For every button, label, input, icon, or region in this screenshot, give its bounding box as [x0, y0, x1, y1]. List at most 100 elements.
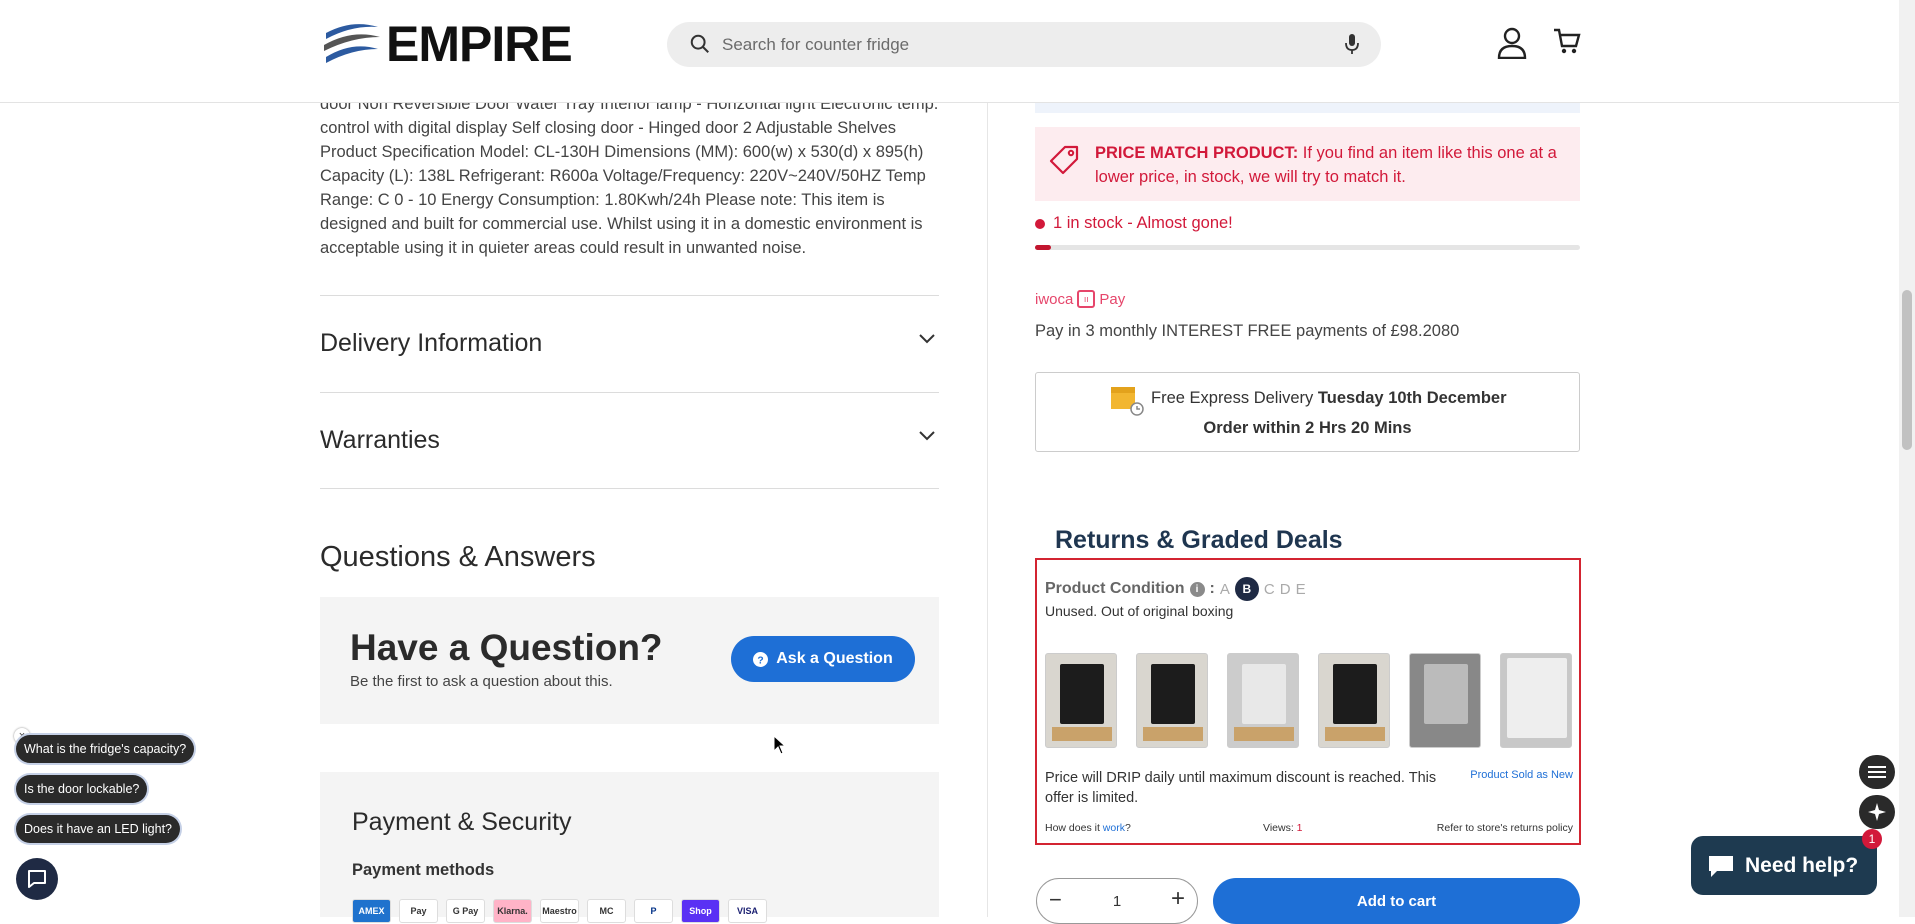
returns-title: Returns & Graded Deals	[1055, 526, 1343, 554]
need-help-label: Need help?	[1745, 853, 1859, 877]
condition-thumbnails	[1045, 653, 1572, 748]
list-icon	[1868, 766, 1886, 778]
increase-quantity-button[interactable]: +	[1171, 885, 1185, 913]
product-thumbnail[interactable]	[1227, 653, 1299, 748]
returns-policy-note: Refer to store's returns policy	[1436, 822, 1573, 834]
product-thumbnail[interactable]	[1045, 653, 1117, 748]
condition-text: Unused. Out of original boxing	[1045, 603, 1234, 619]
product-description: door Non Reversible Door Water Tray Inte…	[320, 95, 939, 257]
chat-launcher-button[interactable]	[16, 858, 58, 900]
payment-security-box: Payment & Security Payment methods AMEX …	[320, 772, 939, 923]
paypal-icon: P	[634, 899, 673, 923]
empire-logo[interactable]: EMPIRE	[322, 16, 573, 72]
chat-suggestion[interactable]: Is the door lockable?	[16, 775, 148, 803]
add-to-cart-button[interactable]: Add to cart	[1213, 878, 1580, 924]
how-work-link[interactable]: work	[1103, 822, 1125, 834]
iwoca-brand: iwoca	[1035, 290, 1074, 308]
payment-icons: AMEX Pay G Pay Klarna. Maestro MC P Shop…	[352, 899, 767, 923]
logo-text: EMPIRE	[386, 16, 573, 72]
grade-e[interactable]: E	[1296, 581, 1306, 598]
chevron-down-icon[interactable]	[919, 334, 935, 344]
cart-icon[interactable]	[1553, 27, 1581, 55]
sold-as-new-link[interactable]: Product Sold as New	[1470, 769, 1573, 781]
condition-label: Product Condition	[1045, 580, 1185, 597]
grade-c[interactable]: C	[1264, 581, 1275, 598]
payment-title: Payment & Security	[352, 808, 572, 836]
views-count: Views: 1	[1263, 822, 1303, 834]
qa-box: Have a Question? Be the first to ask a q…	[320, 597, 939, 724]
grade-b-selected[interactable]: B	[1234, 577, 1259, 601]
product-thumbnail[interactable]	[1136, 653, 1208, 748]
stock-text: 1 in stock - Almost gone!	[1053, 214, 1233, 232]
price-tag-icon	[1049, 145, 1079, 175]
accordion-delivery-information[interactable]: Delivery Information	[320, 295, 939, 392]
shop-pay-icon: Shop	[681, 899, 720, 923]
mastercard-icon: MC	[587, 899, 626, 923]
ai-assistant-button[interactable]	[1859, 795, 1895, 829]
how-suffix: ?	[1124, 822, 1131, 834]
account-icon[interactable]	[1497, 27, 1527, 59]
search-bar[interactable]	[667, 22, 1381, 67]
sparkle-icon	[1868, 803, 1886, 821]
price-match-banner: PRICE MATCH PRODUCT: If you find an item…	[1035, 127, 1580, 201]
search-icon[interactable]	[689, 33, 711, 55]
delivery-free-express: Free Express Delivery	[1151, 389, 1318, 407]
views-value: 1	[1296, 822, 1303, 834]
amex-icon: AMEX	[352, 899, 391, 923]
ask-question-label: Ask a Question	[776, 650, 893, 667]
chat-suggestion[interactable]: Does it have an LED light?	[16, 815, 181, 843]
product-thumbnail[interactable]	[1409, 653, 1481, 748]
accordion-title: Warranties	[320, 426, 440, 454]
maestro-icon: Maestro	[540, 899, 579, 923]
info-strip	[1035, 103, 1580, 113]
page-scrollbar[interactable]	[1899, 0, 1915, 917]
product-thumbnail[interactable]	[1500, 653, 1572, 748]
price-match-text: PRICE MATCH PRODUCT: If you find an item…	[1095, 141, 1565, 189]
delivery-info-box: Free Express Delivery Tuesday 10th Decem…	[1035, 372, 1580, 452]
info-icon[interactable]: i	[1189, 581, 1205, 597]
google-pay-icon: G Pay	[446, 899, 485, 923]
accordion-divider	[320, 488, 939, 489]
product-thumbnail[interactable]	[1318, 653, 1390, 748]
product-condition: Product Condition i: A B C D E	[1045, 577, 1306, 601]
menu-list-button[interactable]	[1859, 755, 1895, 789]
views-label: Views:	[1263, 822, 1297, 834]
accordion-warranties[interactable]: Warranties	[320, 392, 939, 489]
how-prefix: How does it	[1045, 822, 1103, 834]
payment-methods-label: Payment methods	[352, 861, 495, 879]
delivery-line-1: Free Express Delivery Tuesday 10th Decem…	[1151, 389, 1507, 408]
chevron-down-icon[interactable]	[919, 431, 935, 441]
svg-text:?: ?	[758, 655, 764, 666]
how-does-it-work: How does it work?	[1045, 822, 1131, 834]
visa-icon: VISA	[728, 899, 767, 923]
column-divider	[987, 103, 988, 917]
delivery-box-icon	[1111, 387, 1144, 416]
chat-bubble-icon	[1709, 855, 1733, 877]
qa-heading: Have a Question?	[350, 627, 663, 668]
mouse-cursor-icon	[773, 735, 787, 755]
klarna-icon: Klarna.	[493, 899, 532, 923]
iwoca-pay: Pay	[1099, 290, 1126, 308]
quantity-stepper[interactable]: − 1 +	[1036, 878, 1198, 924]
installments-text: Pay in 3 monthly INTEREST FREE payments …	[1035, 322, 1460, 340]
stock-level-bar	[1035, 245, 1580, 250]
scrollbar-thumb[interactable]	[1902, 290, 1912, 450]
stock-level-fill	[1035, 245, 1052, 250]
microphone-icon[interactable]	[1343, 33, 1361, 55]
iwoca-pay-logo: iwoca ıı Pay	[1035, 290, 1125, 308]
stock-status: 1 in stock - Almost gone!	[1035, 214, 1233, 233]
graded-deals-box: Product Condition i: A B C D E Unused. O…	[1035, 558, 1581, 845]
drip-offer-text: Price will DRIP daily until maximum disc…	[1045, 770, 1437, 806]
accordion-title: Delivery Information	[320, 329, 543, 357]
chat-icon	[28, 870, 46, 888]
price-match-bold: PRICE MATCH PRODUCT:	[1095, 144, 1299, 162]
ask-question-button[interactable]: ? Ask a Question	[731, 636, 915, 682]
grade-a[interactable]: A	[1220, 581, 1230, 598]
apple-pay-icon: Pay	[399, 899, 438, 923]
chat-suggestion[interactable]: What is the fridge's capacity?	[16, 735, 195, 763]
search-input[interactable]	[720, 22, 1310, 67]
grade-d[interactable]: D	[1280, 581, 1291, 598]
delivery-countdown: Order within 2 Hrs 20 Mins	[1203, 419, 1412, 437]
need-help-chat-button[interactable]: Need help?	[1691, 836, 1877, 895]
question-icon: ?	[753, 651, 769, 667]
